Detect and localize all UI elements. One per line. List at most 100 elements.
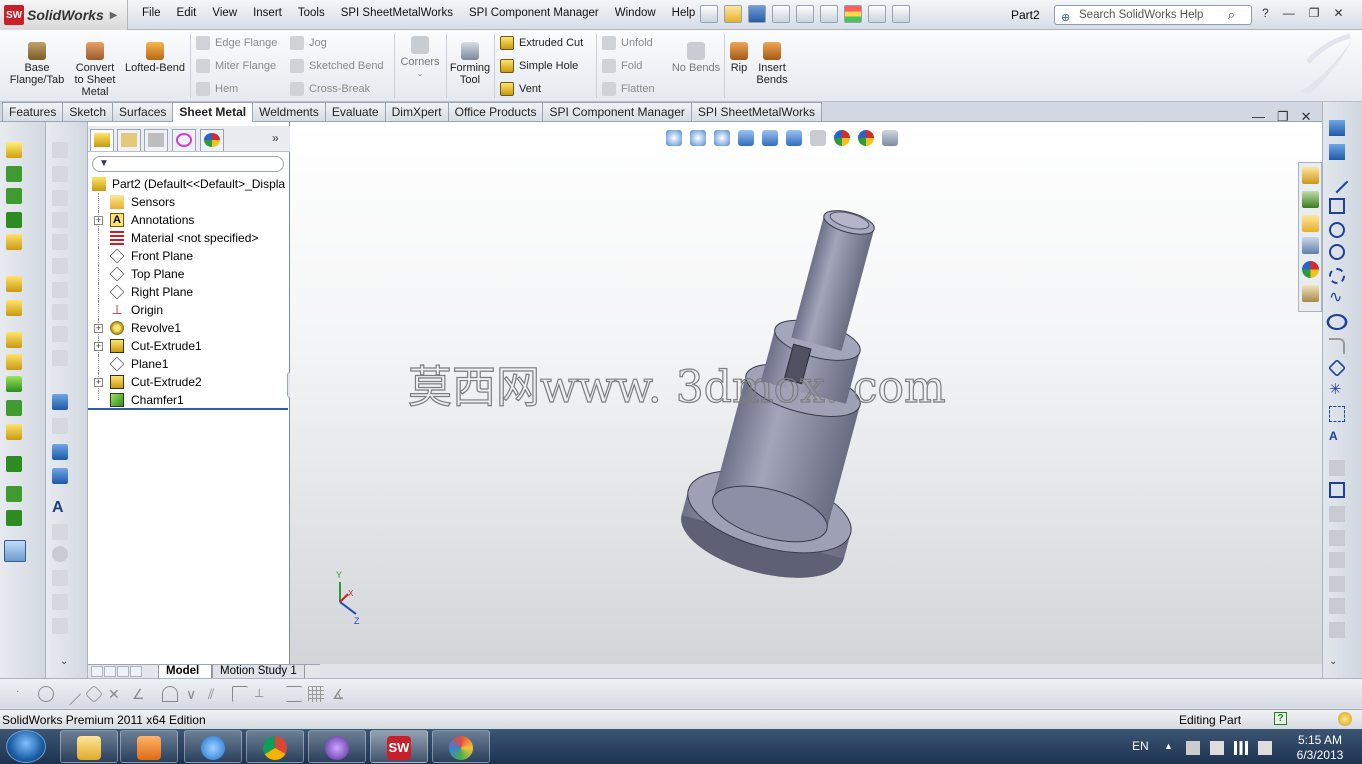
forming-tool-button[interactable]: Forming Tool <box>448 42 492 86</box>
move-entities-icon[interactable] <box>6 188 22 204</box>
menu-view[interactable]: View <box>204 7 245 19</box>
solidworks-logo[interactable]: SW SolidWorks ▶ <box>0 0 128 30</box>
search-icon[interactable]: ⌕ <box>1228 6 1235 24</box>
help-search-input[interactable]: ⊕ Search SolidWorks Help ⌕ <box>1054 5 1252 25</box>
expand-toggle[interactable]: + <box>94 342 103 351</box>
model-viewport[interactable]: 莫西网www. 3dmox. com Y X Z <box>290 122 1322 664</box>
disabled-tool-icon[interactable] <box>52 212 68 228</box>
design-library-icon[interactable] <box>1302 191 1319 208</box>
tab-model[interactable]: Model <box>158 665 212 679</box>
taskbar-internet-explorer[interactable] <box>184 730 242 763</box>
action-center-icon[interactable] <box>1186 741 1200 755</box>
menu-spi-component-manager[interactable]: SPI Component Manager <box>461 7 607 19</box>
convert-to-sheet-metal-button[interactable]: Convert to Sheet Metal <box>70 42 120 98</box>
show-hidden-icons-icon[interactable]: ▲ <box>1164 741 1178 755</box>
linear-pattern-icon[interactable] <box>6 456 22 472</box>
flatten-button[interactable]: Flatten <box>602 82 655 96</box>
options-icon[interactable] <box>892 5 910 23</box>
menu-file[interactable]: File <box>134 7 169 19</box>
tab-motion-study-1[interactable]: Motion Study 1 <box>212 665 305 679</box>
graphics-area[interactable]: — ❐ ✕ 莫西网www. 3dmox. com Y X Z <box>290 109 1322 664</box>
property-manager-tab[interactable] <box>117 129 141 151</box>
display-relations-icon[interactable] <box>1329 598 1345 614</box>
menu-spi-sheetmetalworks[interactable]: SPI SheetMetalWorks <box>333 7 461 19</box>
tree-item-material[interactable]: Material <not specified> <box>88 229 290 247</box>
grid-icon[interactable] <box>308 686 324 702</box>
tangent-icon[interactable]: ∨ <box>186 686 202 702</box>
disabled-tool-icon[interactable] <box>52 234 68 250</box>
tab-sketch[interactable]: Sketch <box>62 102 114 121</box>
tab-spi-component-manager[interactable]: SPI Component Manager <box>542 102 692 121</box>
menu-edit[interactable]: Edit <box>169 7 205 19</box>
tree-item-sensors[interactable]: Sensors <box>88 193 290 211</box>
move-entities-icon[interactable] <box>1329 576 1345 592</box>
miter-flange-button[interactable]: Miter Flange <box>196 59 276 73</box>
cross-break-button[interactable]: Cross-Break <box>290 82 370 96</box>
corner-icon[interactable] <box>232 686 248 702</box>
weld-symbol-icon[interactable] <box>52 618 68 634</box>
convert-entities-icon[interactable] <box>1329 482 1345 498</box>
sketch-icon[interactable] <box>1329 120 1345 136</box>
circle-icon[interactable] <box>1329 244 1345 260</box>
parallel-icon[interactable]: ⫽ <box>208 686 224 702</box>
lofted-bend-button[interactable]: Lofted-Bend <box>122 42 188 74</box>
tab-dimxpert[interactable]: DimXpert <box>384 102 449 121</box>
sketch-toggle-icon[interactable] <box>4 540 26 562</box>
dimension-chain-icon[interactable]: ⊥ <box>254 686 270 702</box>
spell-check-icon[interactable] <box>52 444 68 460</box>
new-document-icon[interactable] <box>700 5 718 23</box>
point-dot-icon[interactable]: · <box>16 686 32 702</box>
dimension-tool-icon[interactable] <box>52 394 68 410</box>
expand-toggle[interactable]: + <box>94 378 103 387</box>
edge-flange-button[interactable]: Edge Flange <box>196 36 277 50</box>
start-button[interactable] <box>6 730 46 763</box>
arc-icon[interactable] <box>162 686 178 702</box>
file-explorer-icon[interactable] <box>1302 215 1319 232</box>
menu-help[interactable]: Help <box>664 7 704 19</box>
line-segment-icon[interactable] <box>58 682 82 706</box>
curves-icon[interactable] <box>6 510 22 526</box>
menu-tools[interactable]: Tools <box>290 7 333 19</box>
rebuild-traffic-light-icon[interactable] <box>844 5 862 23</box>
device-icon[interactable] <box>1210 741 1224 755</box>
vent-button[interactable]: Vent <box>500 82 541 96</box>
center-point-icon[interactable] <box>38 686 54 702</box>
extruded-cut-button[interactable]: Extruded Cut <box>500 36 583 50</box>
open-folder-icon[interactable] <box>724 5 742 23</box>
repair-sketch-icon[interactable] <box>1329 622 1345 638</box>
menu-window[interactable]: Window <box>607 7 664 19</box>
fillet-sketch-icon[interactable] <box>1329 338 1345 354</box>
tab-evaluate[interactable]: Evaluate <box>324 102 386 121</box>
mirror-entities-icon[interactable] <box>1329 530 1345 546</box>
help-icon[interactable]: ? <box>1262 6 1269 20</box>
dimxpert-manager-tab[interactable] <box>172 129 196 151</box>
datum-icon[interactable] <box>52 546 68 562</box>
unfold-button[interactable]: Unfold <box>602 36 653 50</box>
intersection-icon[interactable]: ✕ <box>108 686 124 702</box>
rebuild-status-icon[interactable] <box>1338 712 1352 726</box>
disabled-tool-icon[interactable] <box>52 326 68 342</box>
tree-item-top-plane[interactable]: Top Plane <box>88 265 290 283</box>
tab-sheet-metal[interactable]: Sheet Metal <box>172 102 254 123</box>
tree-item-origin[interactable]: ⊥ Origin <box>88 301 290 319</box>
taskbar-solidworks[interactable]: SW <box>370 730 428 763</box>
surface-finish-icon[interactable] <box>52 594 68 610</box>
spline-icon[interactable]: ∿ <box>1329 290 1345 306</box>
corners-dropdown-icon[interactable]: ⌄ <box>398 68 442 80</box>
rectangle-icon[interactable] <box>1329 198 1345 214</box>
expand-panel-icon[interactable]: » <box>272 131 279 145</box>
polygon-icon[interactable] <box>84 684 104 704</box>
tree-item-front-plane[interactable]: Front Plane <box>88 247 290 265</box>
polygon-icon[interactable] <box>1327 358 1347 378</box>
disabled-tool-icon[interactable] <box>52 304 68 320</box>
feature-filter-input[interactable]: ▼ <box>92 156 284 172</box>
network-icon[interactable] <box>1234 741 1248 755</box>
language-indicator[interactable]: EN <box>1132 739 1149 753</box>
line-icon[interactable] <box>1325 170 1349 194</box>
home-icon[interactable] <box>1302 167 1319 184</box>
disabled-tool-icon[interactable] <box>52 142 68 158</box>
offset-icon[interactable] <box>286 686 302 702</box>
smart-dimension-icon[interactable] <box>6 142 22 158</box>
slot-icon[interactable] <box>1329 222 1345 238</box>
scroll-next-icon[interactable] <box>117 666 129 677</box>
